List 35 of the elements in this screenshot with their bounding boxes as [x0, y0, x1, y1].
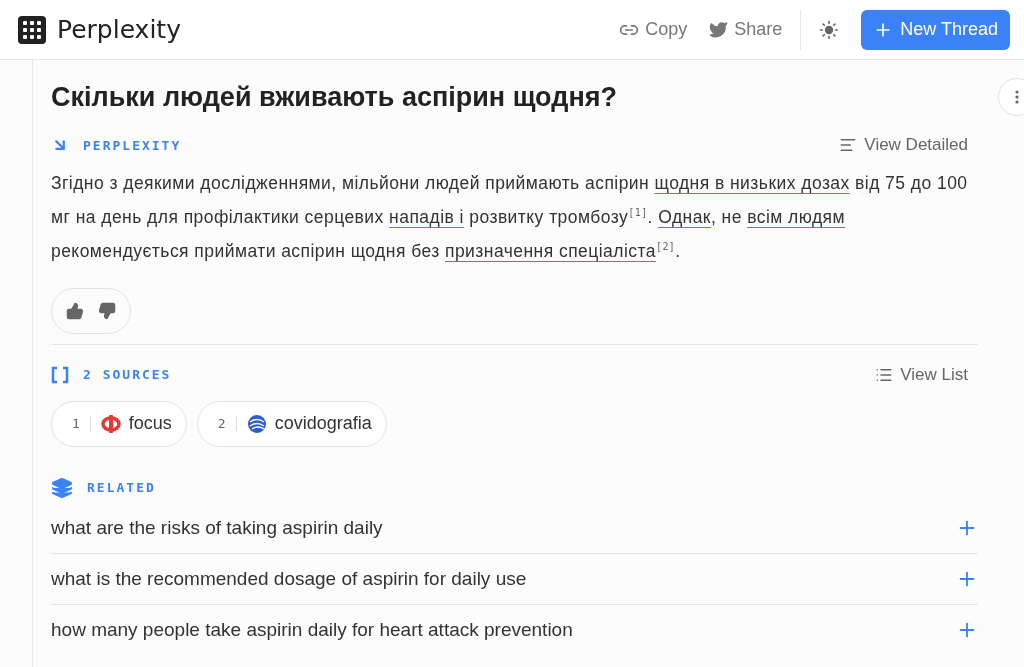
thumbs-up-drawing — [66, 301, 84, 320]
theme-toggle-button[interactable] — [819, 19, 840, 40]
globe-icon — [246, 413, 267, 434]
brand-name: Perplexity — [57, 15, 181, 44]
section-label: RELATED — [87, 480, 156, 496]
share-button[interactable]: Share — [709, 19, 783, 40]
layers-icon — [51, 476, 73, 499]
section-label: 2 SOURCES — [83, 367, 172, 383]
copy-button[interactable]: Copy — [619, 19, 688, 40]
brackets-icon — [51, 365, 69, 384]
question-title: Скільки людей вживають аспірин щодня? — [51, 82, 618, 113]
answer-link[interactable]: Однак — [658, 206, 711, 227]
dislike-button[interactable] — [98, 301, 116, 320]
answer-text: Згідно з деякими дослідженнями, мільйони людей приймають аспірин щодня в низьких дозах від 75 до 100 мг на день для профілактики серцевих нападів і розвитку тромбозу$^{[1]}$. Однак, не всім людям рекомендується приймати аспірин щодня без призначення спеціаліста$^{[2]}$. — [51, 172, 969, 263]
related-question[interactable]: what is the recommended dosage of aspirin for daily use — [51, 553, 978, 605]
source-chip[interactable]: 1 focus — [51, 400, 187, 447]
new-thread-button[interactable]: New Thread — [861, 9, 1010, 50]
lines-icon — [839, 136, 858, 154]
answer-link[interactable]: щодня в низьких дозах — [654, 173, 850, 193]
source-chip[interactable]: 2 covidografia — [196, 400, 387, 447]
grid-logo-icon — [18, 15, 46, 44]
answer-link[interactable]: призначення спеціаліста — [445, 240, 656, 261]
bird-icon — [709, 20, 729, 39]
thumbs-down-drawing — [98, 301, 116, 320]
sun-icon — [819, 19, 840, 40]
view-list-button[interactable]: View List — [875, 364, 968, 385]
more-icon — [1015, 90, 1019, 104]
related-question[interactable]: what are the risks of taking aspirin daily — [51, 502, 978, 554]
related-question[interactable]: how many people take aspirin daily for heart attack prevention — [51, 604, 978, 656]
answer-link[interactable]: всім людям — [747, 206, 846, 227]
source-logo-icon — [100, 413, 121, 434]
like-button[interactable] — [66, 301, 84, 320]
view-detailed-button[interactable]: View Detailed — [839, 135, 968, 155]
section-label: PERPLEXITY — [83, 137, 182, 153]
answer-link[interactable]: нападів і — [389, 206, 464, 227]
